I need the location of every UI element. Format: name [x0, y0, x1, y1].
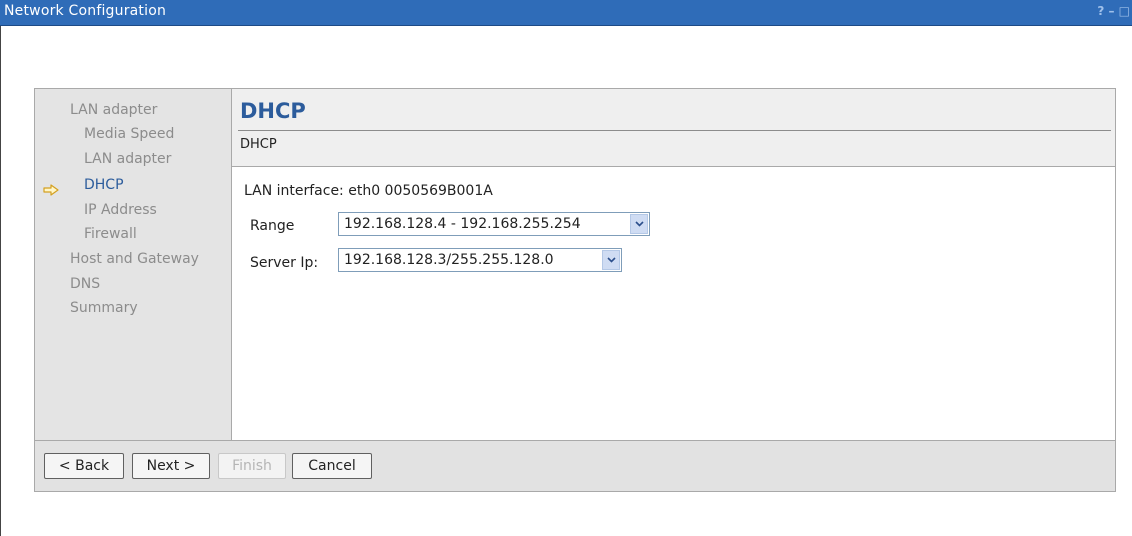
nav-item-media-speed[interactable]: Media Speed — [84, 126, 174, 142]
next-button[interactable]: Next > — [132, 453, 210, 479]
chevron-down-icon — [635, 221, 644, 227]
nav-item-lan-adapter-sub[interactable]: LAN adapter — [84, 151, 171, 167]
nav-item-dns[interactable]: DNS — [70, 276, 100, 292]
range-select-value: 192.168.128.4 - 192.168.255.254 — [344, 216, 581, 232]
window-title: Network Configuration — [4, 3, 167, 19]
nav-item-lan-adapter[interactable]: LAN adapter — [70, 102, 157, 118]
nav-item-dhcp[interactable]: DHCP — [84, 177, 124, 193]
wizard-footer: < Back Next > Finish Cancel — [35, 440, 1115, 491]
nav-item-host-gateway[interactable]: Host and Gateway — [70, 251, 199, 267]
nav-item-summary[interactable]: Summary — [70, 300, 138, 316]
server-ip-label: Server Ip: — [250, 255, 319, 271]
back-button[interactable]: < Back — [44, 453, 124, 479]
chevron-down-icon — [607, 257, 616, 263]
page-subtitle: DHCP — [240, 137, 277, 152]
range-label: Range — [250, 218, 295, 234]
current-step-arrow-icon — [43, 184, 59, 196]
wizard-steps-nav: LAN adapter Media Speed LAN adapter DHCP… — [35, 89, 232, 440]
server-ip-select[interactable]: 192.168.128.3/255.255.128.0 — [338, 248, 622, 272]
server-ip-dropdown-button[interactable] — [602, 250, 620, 270]
page-title: DHCP — [240, 99, 306, 123]
window-controls[interactable]: ? – □ — [1097, 4, 1130, 18]
cancel-button[interactable]: Cancel — [292, 453, 372, 479]
title-divider — [238, 130, 1111, 131]
range-select[interactable]: 192.168.128.4 - 192.168.255.254 — [338, 212, 650, 236]
content-header: DHCP DHCP — [232, 89, 1115, 167]
server-ip-select-value: 192.168.128.3/255.255.128.0 — [344, 252, 554, 268]
window-frame — [0, 0, 1, 536]
wizard-panel: LAN adapter Media Speed LAN adapter DHCP… — [34, 88, 1116, 492]
nav-item-firewall[interactable]: Firewall — [84, 226, 137, 242]
range-dropdown-button[interactable] — [630, 214, 648, 234]
lan-interface-label: LAN interface: eth0 0050569B001A — [244, 183, 493, 199]
nav-item-ip-address[interactable]: IP Address — [84, 202, 157, 218]
content-pane: DHCP DHCP LAN interface: eth0 0050569B00… — [232, 89, 1115, 440]
finish-button: Finish — [218, 453, 286, 479]
title-bar: Network Configuration ? – □ — [0, 0, 1132, 26]
